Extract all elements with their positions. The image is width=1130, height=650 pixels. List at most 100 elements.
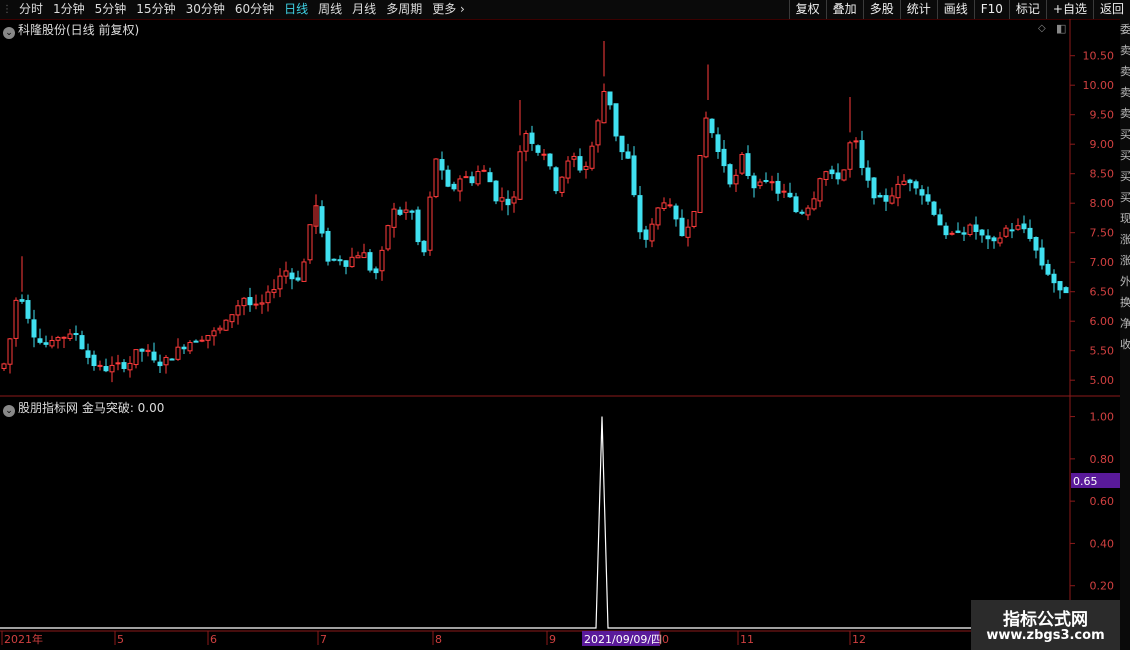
candle-body bbox=[457, 178, 463, 192]
candle-body bbox=[307, 224, 313, 261]
sidebar-label: 买 bbox=[1120, 128, 1130, 141]
candle-body bbox=[145, 349, 151, 352]
main-y-tick-label: 7.50 bbox=[1090, 227, 1115, 240]
sidebar-label: 卖 bbox=[1120, 86, 1130, 99]
candle-body bbox=[1027, 227, 1033, 239]
candle-body bbox=[829, 169, 835, 175]
candle-body bbox=[601, 91, 607, 124]
candle-body bbox=[109, 364, 115, 373]
candle-body bbox=[985, 235, 991, 240]
sidebar-label: 卖 bbox=[1120, 107, 1130, 120]
candle-body bbox=[49, 340, 55, 347]
candle-body bbox=[949, 232, 955, 235]
candle-body bbox=[691, 210, 697, 227]
candle-body bbox=[901, 180, 907, 186]
candle-body bbox=[247, 297, 253, 306]
candle-body bbox=[205, 335, 211, 341]
main-y-tick-label: 7.00 bbox=[1090, 256, 1115, 269]
candle-body bbox=[301, 261, 307, 282]
candle-body bbox=[589, 145, 595, 169]
candle-body bbox=[553, 167, 559, 192]
candle-body bbox=[277, 275, 283, 290]
candle-body bbox=[1057, 281, 1063, 291]
sidebar-label: 涨 bbox=[1120, 233, 1130, 246]
window-toggle-icon[interactable]: ◧ bbox=[1056, 22, 1066, 35]
candle-body bbox=[727, 164, 733, 185]
main-y-tick-label: 8.50 bbox=[1090, 168, 1115, 181]
candle-body bbox=[715, 134, 721, 153]
candle-body bbox=[793, 196, 799, 213]
candle-body bbox=[511, 196, 517, 204]
candle-body bbox=[493, 180, 499, 202]
candle-body bbox=[103, 366, 109, 372]
diamond-icon[interactable]: ◇ bbox=[1038, 23, 1046, 34]
candle-body bbox=[517, 151, 523, 200]
indicator-panel-title: ⌄ 股朋指标网 金马突破: 0.00 bbox=[3, 399, 164, 417]
candle-body bbox=[877, 194, 883, 198]
x-tick-label: 8 bbox=[435, 633, 442, 646]
stock-chart[interactable]: 10.50 10.00 9.50 9.00 8.50 8.00 7.50 7.00 6.50 6.… bbox=[0, 0, 1120, 650]
candle-body bbox=[61, 336, 67, 339]
candle-body bbox=[775, 180, 781, 194]
candle-body bbox=[595, 120, 601, 146]
candle-body bbox=[241, 297, 247, 307]
chevron-down-icon[interactable]: ⌄ bbox=[3, 27, 15, 39]
sidebar-label: 外 bbox=[1120, 275, 1130, 288]
candle-body bbox=[721, 148, 727, 167]
candle-body bbox=[121, 362, 127, 369]
sidebar-label: 买 bbox=[1120, 191, 1130, 204]
current-value-text: 0.65 bbox=[1073, 475, 1098, 488]
x-tick-label: 0 bbox=[662, 633, 669, 646]
candle-body bbox=[397, 209, 403, 215]
candle-body bbox=[481, 169, 487, 172]
candle-body bbox=[631, 155, 637, 196]
candle-body bbox=[559, 176, 565, 193]
candle-body bbox=[31, 319, 37, 338]
candle-body bbox=[115, 362, 121, 365]
candle-body bbox=[577, 156, 583, 171]
main-y-tick-label: 9.00 bbox=[1090, 138, 1115, 151]
candle-body bbox=[883, 195, 889, 202]
chevron-down-icon[interactable]: ⌄ bbox=[3, 405, 15, 417]
candle-body bbox=[427, 196, 433, 251]
candle-body bbox=[1033, 236, 1039, 251]
candle-body bbox=[661, 202, 667, 210]
indicator-panel-title-text: 股朋指标网 金马突破: 0.00 bbox=[18, 401, 165, 415]
candle-body bbox=[487, 172, 493, 183]
candle-body bbox=[937, 214, 943, 226]
candle-body bbox=[637, 195, 643, 233]
candle-body bbox=[991, 237, 997, 242]
candle-body bbox=[1, 363, 7, 369]
candle-body bbox=[193, 340, 199, 343]
main-panel-title-text: 科隆股份(日线 前复权) bbox=[18, 23, 140, 37]
candle-body bbox=[253, 303, 259, 306]
candle-body bbox=[163, 356, 169, 366]
main-y-tick-label: 5.00 bbox=[1090, 374, 1115, 387]
candle-body bbox=[91, 354, 97, 367]
candle-body bbox=[223, 319, 229, 331]
candle-body bbox=[505, 198, 511, 206]
x-tick-label: 12 bbox=[852, 633, 866, 646]
candle-body bbox=[541, 153, 547, 156]
candle-body bbox=[535, 145, 541, 153]
candle-body bbox=[151, 351, 157, 361]
sidebar-label: 涨 bbox=[1120, 254, 1130, 267]
candle-body bbox=[331, 258, 337, 261]
candle-body bbox=[73, 333, 79, 336]
candle-body bbox=[703, 117, 709, 158]
candle-body bbox=[445, 169, 451, 187]
ind-y-tick-label: 1.00 bbox=[1090, 411, 1115, 424]
candle-body bbox=[265, 291, 271, 304]
ind-y-tick-label: 0.40 bbox=[1090, 537, 1115, 550]
candle-body bbox=[769, 181, 775, 184]
candle-body bbox=[709, 118, 715, 134]
candle-body bbox=[127, 362, 133, 371]
candle-body bbox=[475, 171, 481, 185]
candle-body bbox=[469, 176, 475, 184]
ind-y-tick-label: 0.60 bbox=[1090, 495, 1115, 508]
candle-body bbox=[391, 208, 397, 228]
candle-body bbox=[1051, 273, 1057, 284]
candle-body bbox=[79, 335, 85, 350]
candle-body bbox=[799, 211, 805, 214]
candle-body bbox=[889, 195, 895, 204]
